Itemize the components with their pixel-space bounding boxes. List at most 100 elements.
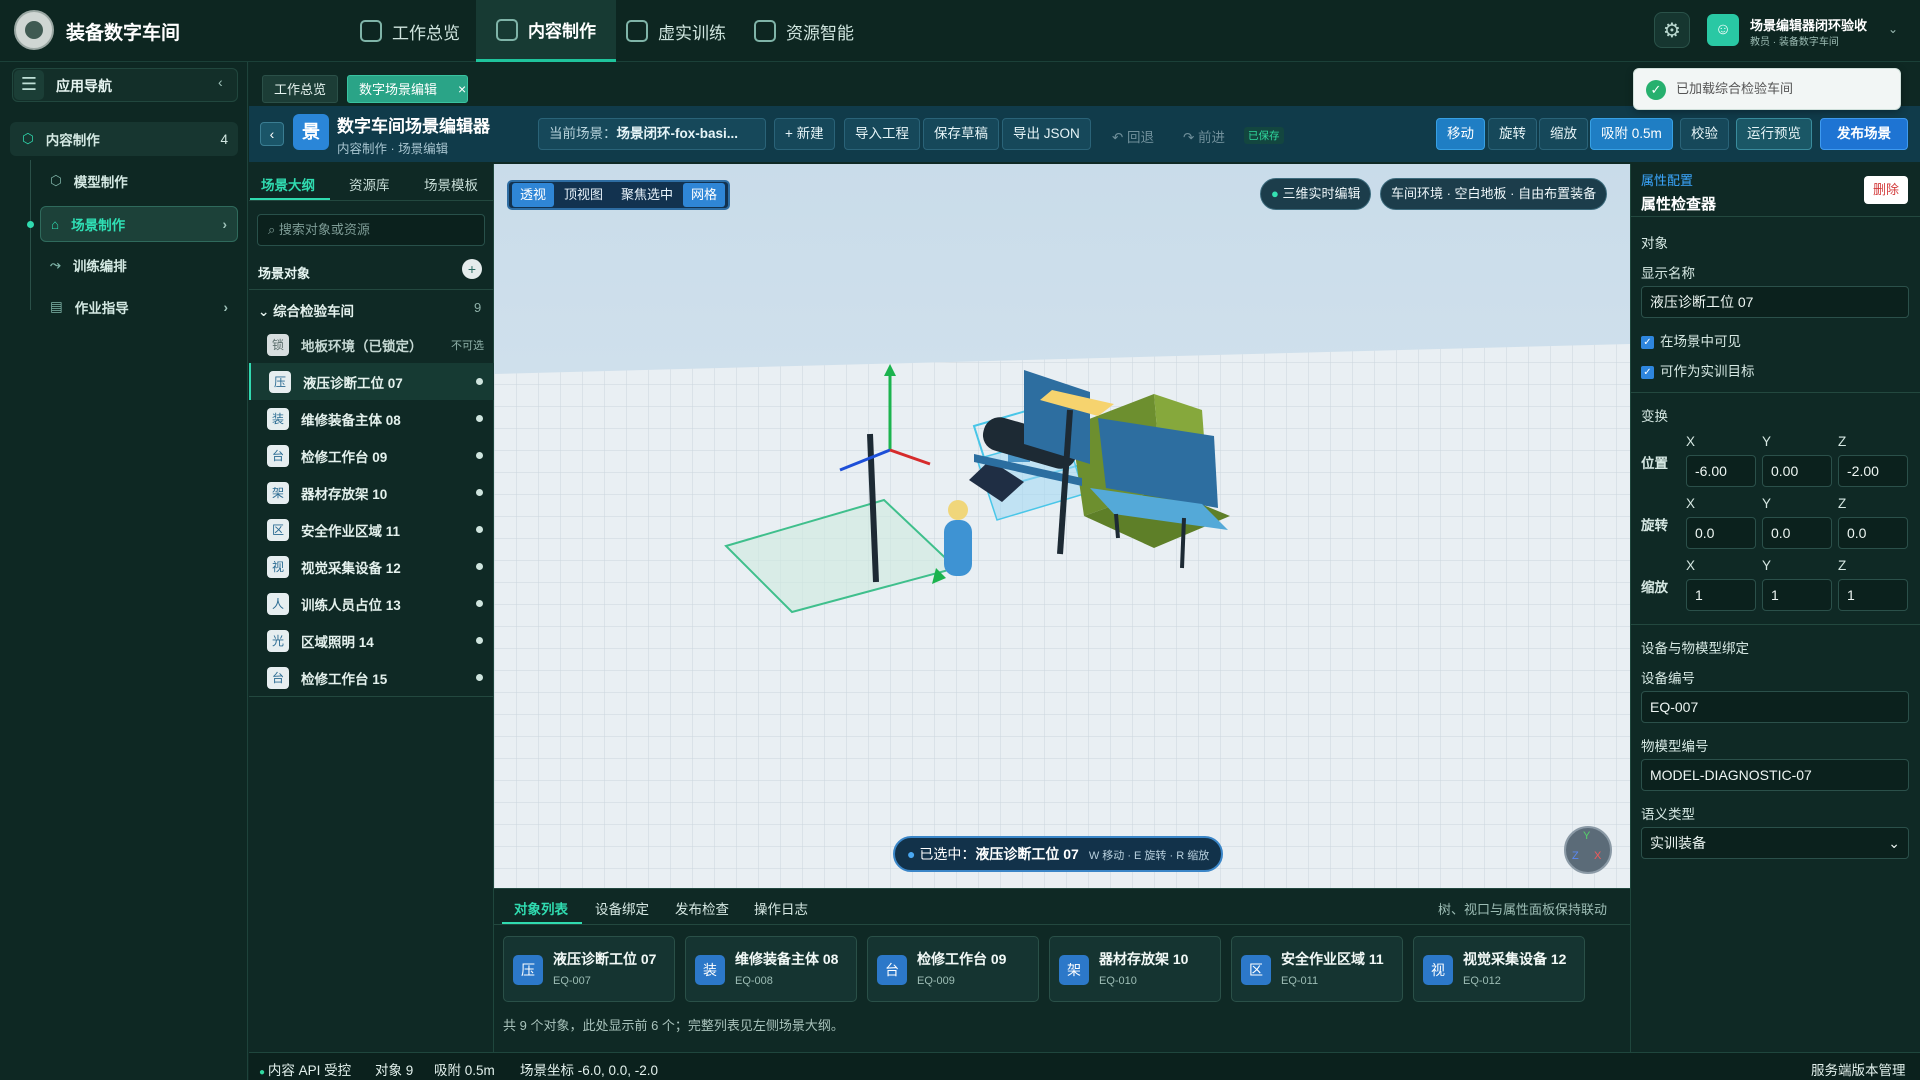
publish-button[interactable]: 发布场景 [1820,118,1908,150]
rotate-tool-button[interactable]: 旋转 [1488,118,1537,150]
object-card[interactable]: 视视觉采集设备 12 EQ-012 [1413,936,1585,1002]
model-id-field[interactable]: MODEL-DIAGNOSTIC-07 [1641,759,1909,791]
visible-checkbox[interactable]: ✓ 在场景中可见 [1641,330,1741,350]
outline-item-15[interactable]: 台检修工作台 15 [249,659,494,696]
outline-search-input[interactable]: ⌕ 搜索对象或资源 [257,214,485,246]
back-button[interactable]: ‹ [260,122,284,146]
redo-button[interactable]: ↷ 前进 [1183,126,1225,146]
view-focus[interactable]: 聚焦选中 [613,183,681,207]
settings-button[interactable]: ⚙ [1654,12,1690,48]
topnav-overview[interactable]: 工作总览 [340,0,480,62]
visible-dot-icon[interactable] [476,600,483,607]
user-avatar[interactable]: ☺ [1707,14,1739,46]
snap-button[interactable]: 吸附 0.5m [1590,118,1673,150]
nav-tree-line [30,160,31,310]
position-z-field[interactable]: -2.00 [1838,455,1908,487]
topnav-resources[interactable]: 资源智能 [734,0,874,62]
view-perspective[interactable]: 透视 [512,183,555,207]
visible-dot-icon[interactable] [476,526,483,533]
outline-tab-templates[interactable]: 场景模板 [424,174,478,194]
outline-tab-outline[interactable]: 场景大纲 [261,174,315,194]
import-button[interactable]: 导入工程 [844,118,920,150]
outline-item-12[interactable]: 视视觉采集设备 12 [249,548,494,585]
bottom-tab-publish-check[interactable]: 发布检查 [675,898,729,918]
topnav-content[interactable]: 内容制作 [476,0,616,62]
device-label: 设备编号 [1641,671,1695,686]
tab-overview[interactable]: 工作总览 [262,75,339,103]
move-tool-button[interactable]: 移动 [1436,118,1485,150]
bottom-tab-objects[interactable]: 对象列表 [514,898,568,918]
axis-z-label: Z [1838,434,1847,449]
visible-dot-icon[interactable] [476,674,483,681]
undo-button[interactable]: ↶ 回退 [1112,126,1154,146]
visible-dot-icon[interactable] [476,489,483,496]
outline-item-10[interactable]: 架器材存放架 10 [249,474,494,511]
view-top[interactable]: 顶视图 [556,183,611,207]
run-preview-button[interactable]: 运行预览 [1736,118,1812,150]
bottom-tab-log[interactable]: 操作日志 [754,898,808,918]
collapse-icon[interactable]: ‹ [218,74,223,90]
visible-dot-icon[interactable] [476,563,483,570]
outline-group[interactable]: ⌄ 综合检验车间 [258,300,354,320]
divider [1631,624,1920,625]
scene-selector[interactable]: 当前场景：场景闭环-fox-basi... [538,118,766,150]
verify-button[interactable]: 校验 [1680,118,1729,150]
scale-tool-button[interactable]: 缩放 [1539,118,1588,150]
object-card[interactable]: 压液压诊断工位 07 EQ-007 [503,936,675,1002]
chevron-down-icon[interactable]: ⌄ [1888,22,1898,36]
sidebar-item-scene[interactable]: ⌂ 场景制作 › [40,206,238,242]
outline-item-09[interactable]: 台检修工作台 09 [249,437,494,474]
nav-header-label: 应用导航 [56,78,112,94]
object-card[interactable]: 架器材存放架 10 EQ-010 [1049,936,1221,1002]
object-card[interactable]: 台检修工作台 09 EQ-009 [867,936,1039,1002]
menu-icon[interactable]: ☰ [14,70,44,100]
scale-x-field[interactable]: 1 [1686,579,1756,611]
position-x-field[interactable]: -6.00 [1686,455,1756,487]
visible-dot-icon[interactable] [476,378,483,385]
outline-item-11[interactable]: 区安全作业区域 11 [249,511,494,548]
add-object-button[interactable]: + [462,259,482,279]
3d-viewport[interactable] [494,164,1630,888]
tab-scene-editor[interactable]: 数字场景编辑 [347,75,469,103]
sidebar-item-guide[interactable]: ▤ 作业指导 › [50,290,238,324]
bottom-tab-binding[interactable]: 设备绑定 [595,898,649,918]
rotation-x-field[interactable]: 0.0 [1686,517,1756,549]
outline-item-14[interactable]: 光区域照明 14 [249,622,494,659]
outline-item-13[interactable]: 人训练人员占位 13 [249,585,494,622]
outline-tab-assets[interactable]: 资源库 [349,174,390,194]
nav-group-count: 4 [220,131,228,147]
trainee-placeholder-13[interactable] [944,520,972,576]
object-card[interactable]: 装维修装备主体 08 EQ-008 [685,936,857,1002]
scale-z-field[interactable]: 1 [1838,579,1908,611]
topnav-training[interactable]: 虚实训练 [606,0,746,62]
close-icon[interactable]: × [458,81,466,97]
device-id-field[interactable]: EQ-007 [1641,691,1909,723]
sidebar-item-training[interactable]: ⤳ 训练编排 [50,248,238,282]
semantic-type-select[interactable]: 实训装备 ⌄ [1641,827,1909,859]
orientation-gizmo[interactable]: Y Z X [1564,826,1612,874]
target-checkbox[interactable]: ✓ 可作为实训目标 [1641,360,1755,380]
outline-item-07[interactable]: 压液压诊断工位 07 [249,363,494,400]
cube-icon: ⬡ [22,131,34,146]
delete-button[interactable]: 删除 [1864,176,1908,204]
object-card[interactable]: 区安全作业区域 11 EQ-011 [1231,936,1403,1002]
scale-y-field[interactable]: 1 [1762,579,1832,611]
rotation-z-field[interactable]: 0.0 [1838,517,1908,549]
new-button[interactable]: + 新建 [774,118,835,150]
nav-group-content[interactable]: ⬡ 内容制作 4 [10,122,238,156]
editor-badge: 景 [293,114,329,150]
export-json-button[interactable]: 导出 JSON [1002,118,1091,150]
editor-title: 数字车间场景编辑器 [337,117,490,136]
bench-leg [1114,513,1120,539]
outline-item-08[interactable]: 装维修装备主体 08 [249,400,494,437]
save-draft-button[interactable]: 保存草稿 [923,118,999,150]
visible-dot-icon[interactable] [476,415,483,422]
sidebar-item-model[interactable]: ⬡ 模型制作 [50,164,238,198]
rotation-y-field[interactable]: 0.0 [1762,517,1832,549]
view-grid[interactable]: 网格 [683,183,726,207]
status-dot-icon: ● [259,1067,268,1078]
display-name-field[interactable]: 液压诊断工位 07 [1641,286,1909,318]
visible-dot-icon[interactable] [476,637,483,644]
visible-dot-icon[interactable] [476,452,483,459]
position-y-field[interactable]: 0.00 [1762,455,1832,487]
